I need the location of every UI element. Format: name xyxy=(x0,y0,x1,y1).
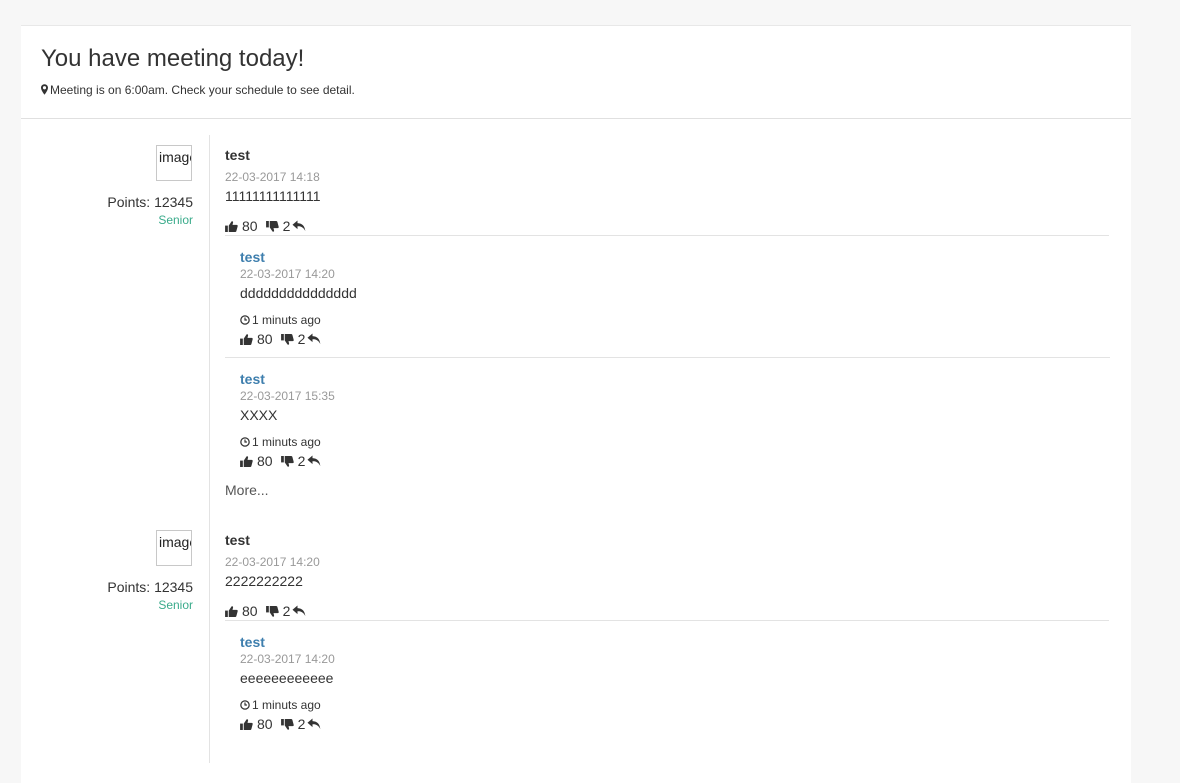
avatar: image xyxy=(156,530,192,566)
reply-actions: 80 2 xyxy=(240,453,321,469)
post-actions: 80 2 xyxy=(225,218,306,234)
reply-timestamp: 22-03-2017 15:35 xyxy=(240,389,335,403)
thumbs-down-icon[interactable] xyxy=(281,456,294,467)
like-count: 80 xyxy=(257,331,273,347)
dislike-count: 2 xyxy=(297,331,306,347)
divider xyxy=(225,235,1109,236)
dislike-count: 2 xyxy=(297,716,306,732)
thumbs-down-icon[interactable] xyxy=(281,334,294,345)
reply-icon[interactable] xyxy=(307,718,321,730)
thumbs-up-icon[interactable] xyxy=(225,606,238,617)
thumbs-up-icon[interactable] xyxy=(240,456,253,467)
content-panel: You have meeting today! Meeting is on 6:… xyxy=(21,25,1131,783)
like-count: 80 xyxy=(242,218,258,234)
clock-icon xyxy=(240,437,250,447)
thumbs-down-icon[interactable] xyxy=(266,221,279,232)
reply-icon[interactable] xyxy=(292,220,306,232)
like-count: 80 xyxy=(257,716,273,732)
thumbs-up-icon[interactable] xyxy=(240,719,253,730)
reply-text: XXXX xyxy=(240,407,278,423)
reply-text: eeeeeeeeeeee xyxy=(240,670,334,686)
reply-age-text: 1 minuts ago xyxy=(252,435,321,449)
dislike-count: 2 xyxy=(282,218,291,234)
thumbs-down-icon[interactable] xyxy=(281,719,294,730)
reply-timestamp: 22-03-2017 14:20 xyxy=(240,267,335,281)
post-author[interactable]: test xyxy=(225,532,250,548)
like-count: 80 xyxy=(242,603,258,619)
meeting-subtitle: Meeting is on 6:00am. Check your schedul… xyxy=(41,83,355,97)
reply-age: 1 minuts ago xyxy=(240,435,321,449)
reply-icon[interactable] xyxy=(292,605,306,617)
meeting-alert: You have meeting today! Meeting is on 6:… xyxy=(21,26,1131,119)
reply-age-text: 1 minuts ago xyxy=(252,698,321,712)
thumbs-up-icon[interactable] xyxy=(225,221,238,232)
user-points: Points: 12345 xyxy=(107,194,193,210)
post-text: 11111111111111 xyxy=(225,188,321,204)
thumbs-down-icon[interactable] xyxy=(266,606,279,617)
reply-author[interactable]: test xyxy=(240,371,265,387)
post-timestamp: 22-03-2017 14:18 xyxy=(225,170,320,184)
clock-icon xyxy=(240,700,250,710)
post-text: 2222222222 xyxy=(225,573,303,589)
reply-author[interactable]: test xyxy=(240,249,265,265)
map-marker-icon xyxy=(41,84,48,95)
reply-text: ddddddddddddddd xyxy=(240,285,357,301)
post-author[interactable]: test xyxy=(225,147,250,163)
reply-timestamp: 22-03-2017 14:20 xyxy=(240,652,335,666)
dislike-count: 2 xyxy=(297,453,306,469)
reply-author[interactable]: test xyxy=(240,634,265,650)
post-timestamp: 22-03-2017 14:20 xyxy=(225,555,320,569)
reply-actions: 80 2 xyxy=(240,716,321,732)
user-points: Points: 12345 xyxy=(107,579,193,595)
like-count: 80 xyxy=(257,453,273,469)
reply-icon[interactable] xyxy=(307,455,321,467)
reply-icon[interactable] xyxy=(307,333,321,345)
avatar: image xyxy=(156,145,192,181)
more-link[interactable]: More... xyxy=(225,482,269,498)
reply-age-text: 1 minuts ago xyxy=(252,313,321,327)
reply-actions: 80 2 xyxy=(240,331,321,347)
column-divider xyxy=(209,135,210,763)
reply-age: 1 minuts ago xyxy=(240,313,321,327)
clock-icon xyxy=(240,315,250,325)
divider xyxy=(225,620,1109,621)
post-actions: 80 2 xyxy=(225,603,306,619)
meeting-subtitle-text: Meeting is on 6:00am. Check your schedul… xyxy=(50,83,355,97)
thumbs-up-icon[interactable] xyxy=(240,334,253,345)
user-rank: Senior xyxy=(158,598,193,612)
page-title: You have meeting today! xyxy=(41,45,305,72)
divider xyxy=(225,357,1110,358)
reply-age: 1 minuts ago xyxy=(240,698,321,712)
user-rank: Senior xyxy=(158,213,193,227)
dislike-count: 2 xyxy=(282,603,291,619)
